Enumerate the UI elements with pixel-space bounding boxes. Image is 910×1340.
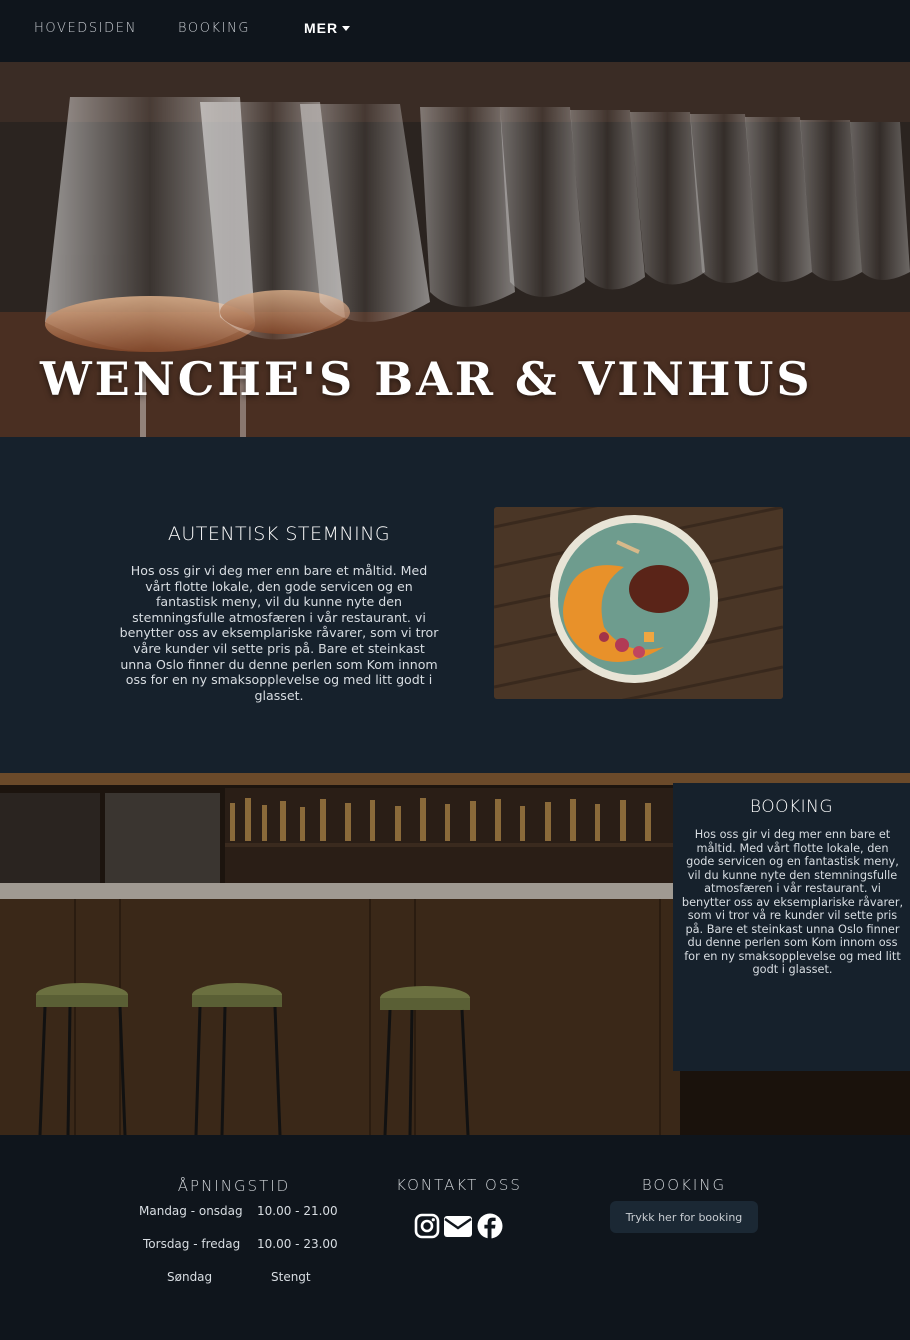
nav-link-booking[interactable]: BOOKING bbox=[178, 21, 250, 36]
contact-icons bbox=[414, 1213, 506, 1241]
hours-time: 10.00 - 21.00 bbox=[257, 1204, 338, 1218]
hours-day: Mandag - onsdag bbox=[139, 1204, 243, 1218]
hero-banner: WENCHE'S BAR & VINHUS bbox=[0, 62, 910, 437]
facebook-icon[interactable] bbox=[477, 1213, 503, 1239]
hours-day: Torsdag - fredag bbox=[143, 1237, 241, 1251]
booking-panel: BOOKING Hos oss gir vi deg mer enn bare … bbox=[673, 783, 910, 1071]
hours-time: 10.00 - 23.00 bbox=[257, 1237, 338, 1251]
intro-text: Hos oss gir vi deg mer enn bare et målti… bbox=[119, 563, 439, 703]
hours-day: Søndag bbox=[167, 1270, 213, 1284]
booking-heading: BOOKING bbox=[641, 1176, 727, 1194]
nav-dropdown-more[interactable]: MER bbox=[304, 20, 351, 36]
intro-heading: AUTENTISK STEMNING bbox=[167, 523, 391, 545]
food-dish-image bbox=[494, 507, 783, 699]
hero-title: WENCHE'S BAR & VINHUS bbox=[40, 352, 813, 406]
caret-down-icon bbox=[342, 26, 351, 31]
nav-more-label: MER bbox=[304, 20, 339, 36]
booking-panel-text: Hos oss gir vi deg mer enn bare et målti… bbox=[681, 828, 904, 976]
hours-time: Stengt bbox=[271, 1270, 311, 1284]
hours-heading: ÅPNINGSTID bbox=[177, 1177, 291, 1195]
nav-link-home[interactable]: HOVEDSIDEN bbox=[34, 21, 137, 36]
booking-button[interactable]: Trykk her for booking bbox=[610, 1201, 758, 1233]
instagram-icon[interactable] bbox=[414, 1213, 440, 1239]
envelope-icon[interactable] bbox=[444, 1215, 472, 1239]
booking-panel-heading: BOOKING bbox=[749, 797, 834, 817]
intro-section: AUTENTISK STEMNING Hos oss gir vi deg me… bbox=[0, 437, 910, 773]
top-nav: HOVEDSIDEN BOOKING MER bbox=[0, 0, 910, 62]
contact-heading: KONTAKT OSS bbox=[396, 1176, 522, 1194]
footer: ÅPNINGSTID Mandag - onsdag 10.00 - 21.00… bbox=[0, 1135, 910, 1340]
bar-section: BOOKING Hos oss gir vi deg mer enn bare … bbox=[0, 773, 910, 1135]
